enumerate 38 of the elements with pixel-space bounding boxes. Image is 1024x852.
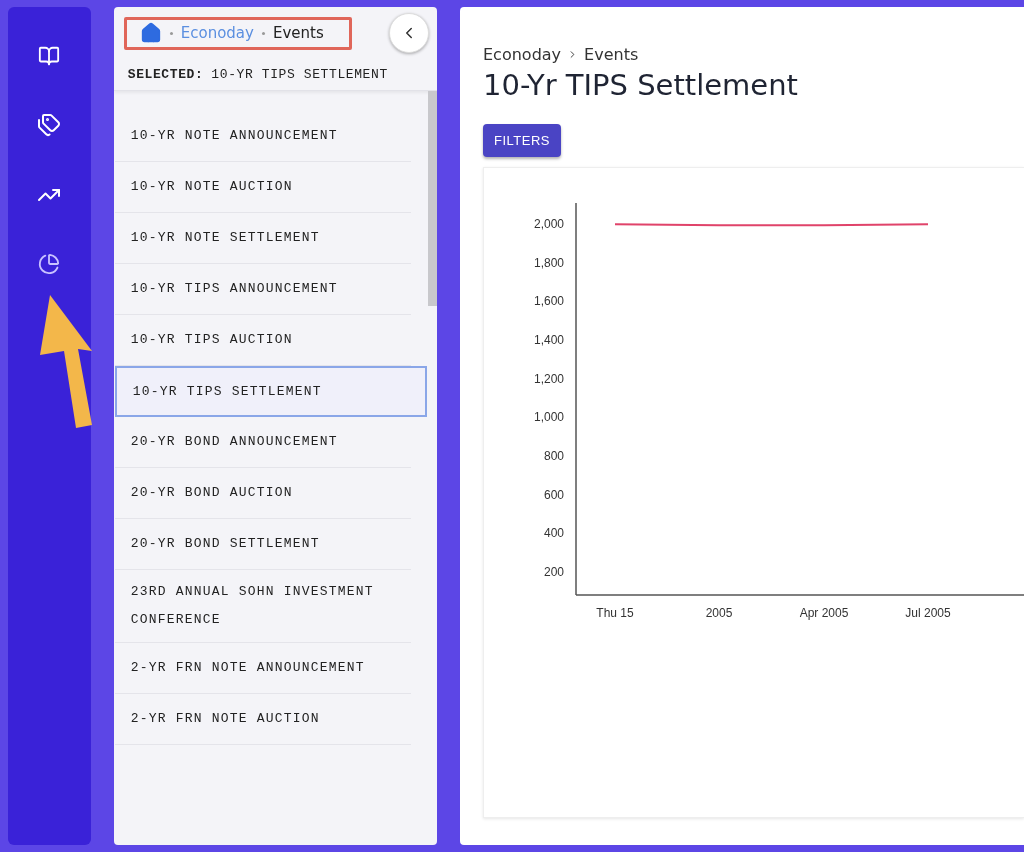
y-tick-label: 600 (543, 487, 565, 502)
tags-icon[interactable] (37, 113, 62, 137)
y-tick-label: 400 (543, 526, 565, 541)
y-tick-label: 1,400 (533, 333, 565, 348)
event-item[interactable]: 20-YR BOND SETTLEMENT (114, 519, 411, 570)
x-tick-label: Thu 15 (596, 606, 634, 620)
event-item[interactable]: 10-YR TIPS ANNOUNCEMENT (114, 264, 411, 315)
breadcrumb-item[interactable]: Events (584, 45, 639, 64)
page-title: 10-Yr TIPS Settlement (483, 68, 799, 102)
home-icon[interactable] (139, 22, 162, 44)
x-tick-label: Jul 2005 (905, 606, 951, 620)
y-axis: 200 400 600 800 1,000 1,200 1,400 1,600 1,800 2,000 (533, 202, 577, 596)
event-item[interactable]: 20-YR BOND ANNOUNCEMENT (114, 417, 411, 468)
pie-chart-icon[interactable] (38, 253, 61, 275)
x-tick-label: 2005 (705, 606, 733, 620)
event-item[interactable]: 2-YR FRN NOTE AUCTION (114, 694, 411, 745)
selected-label: SELECTED: (127, 67, 204, 82)
event-item[interactable]: 23RD ANNUAL SOHN INVESTMENT CONFERENCE (114, 570, 411, 643)
filters-button[interactable]: FILTERS (483, 124, 561, 157)
event-item[interactable]: 10-YR NOTE SETTLEMENT (114, 213, 411, 264)
event-item[interactable]: 10-YR NOTE AUCTION (114, 162, 411, 213)
y-tick-label: 200 (543, 564, 565, 579)
event-item[interactable]: 10-YR NOTE ANNOUNCEMENT (114, 111, 411, 162)
scrollbar[interactable] (428, 91, 437, 306)
event-item[interactable]: 10-YR TIPS SETTLEMENT (114, 366, 427, 417)
y-tick-label: 1,000 (533, 410, 565, 425)
y-tick-label: 800 (543, 448, 565, 463)
y-tick-label: 2,000 (533, 217, 565, 232)
breadcrumb-current[interactable]: Events (272, 24, 324, 42)
x-tick-label: Apr 2005 (799, 606, 849, 620)
event-item[interactable]: 20-YR BOND AUCTION (114, 468, 411, 519)
breadcrumb-item[interactable]: Econoday (483, 45, 562, 64)
selected-value: 10-YR TIPS SETTLEMENT (211, 67, 388, 82)
y-tick-label: 1,600 (533, 294, 565, 309)
y-tick-label: 1,800 (533, 255, 565, 270)
book-icon[interactable] (38, 45, 61, 67)
y-tick-label: 1,200 (533, 371, 565, 386)
event-item[interactable]: 2-YR FRN NOTE ANNOUNCEMENT (114, 643, 411, 694)
